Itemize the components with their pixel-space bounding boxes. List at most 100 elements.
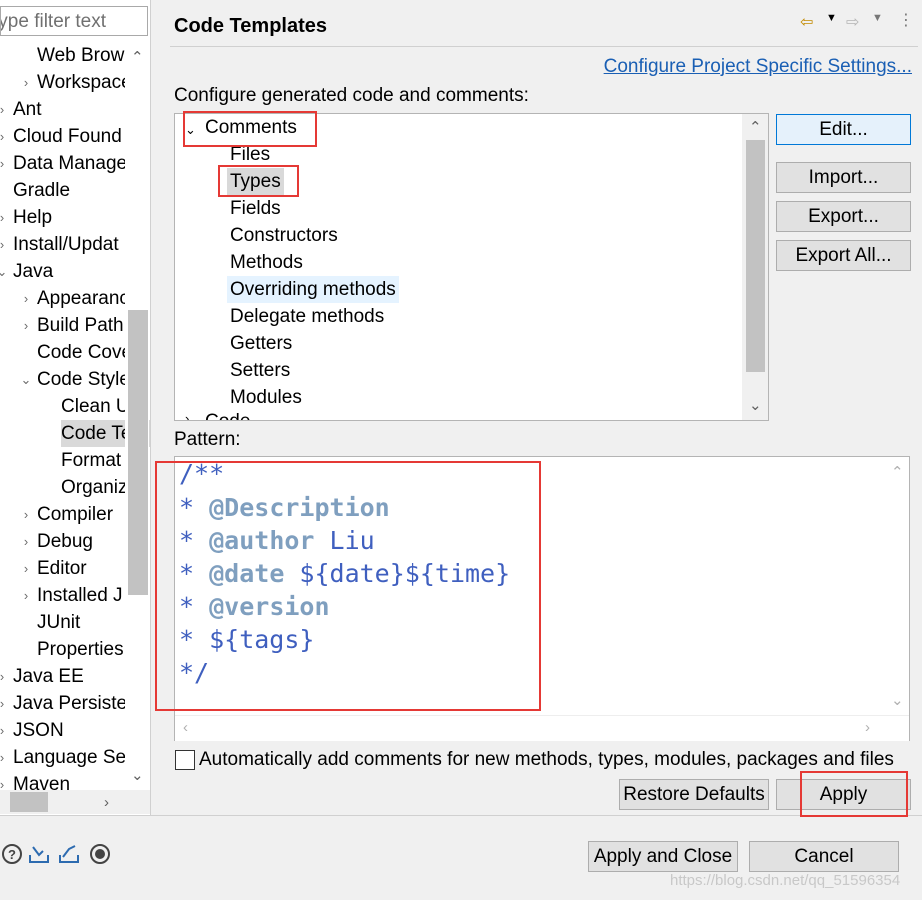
project-specific-settings-link[interactable]: Configure Project Specific Settings... [604, 56, 912, 78]
template-item[interactable]: Getters [227, 330, 295, 357]
tree-expand-icon[interactable]: › [19, 555, 33, 582]
tree-expand-icon[interactable]: › [0, 96, 9, 123]
pattern-vscrollbar[interactable] [885, 457, 909, 715]
pattern-scroll-down-icon[interactable]: ⌄ [891, 691, 904, 709]
template-item[interactable]: Fields [227, 195, 284, 222]
tree-item[interactable]: JSON [13, 717, 64, 744]
export-button[interactable]: Export... [776, 201, 911, 232]
code-expand-icon[interactable]: › [185, 411, 189, 420]
tree-item[interactable]: Code Style [37, 366, 130, 393]
tree-item[interactable]: Gradle [13, 177, 70, 204]
tree-item[interactable]: Data Manage [13, 150, 127, 177]
record-icon-svg [90, 844, 110, 864]
tree-expand-icon[interactable]: › [0, 717, 9, 744]
tree-item[interactable]: Compiler [37, 501, 113, 528]
tree-item[interactable]: Build Path [37, 312, 124, 339]
restore-defaults-button[interactable]: Restore Defaults [619, 779, 769, 810]
highlight-box-pattern [155, 461, 541, 711]
template-item[interactable]: Constructors [227, 222, 341, 249]
tree-item[interactable]: Cloud Found [13, 123, 122, 150]
back-dropdown-icon[interactable]: ▼ [826, 12, 837, 24]
tree-expand-icon[interactable]: › [0, 744, 9, 771]
tree-item[interactable]: Web Brow [37, 42, 124, 69]
pattern-scroll-up-icon[interactable]: ⌃ [891, 463, 904, 481]
tree-item[interactable]: Installed J [37, 582, 123, 609]
template-item[interactable]: Modules [227, 384, 305, 411]
tree-item[interactable]: Debug [37, 528, 93, 555]
tree-expand-icon[interactable]: › [19, 69, 33, 96]
tree-expand-icon[interactable]: › [19, 582, 33, 609]
tree-item[interactable]: Properties [37, 636, 124, 663]
tree-item[interactable]: Format [61, 447, 121, 474]
pattern-label: Pattern: [174, 429, 241, 450]
restore-defaults-label: Restore Defaults [623, 784, 765, 805]
tree-scroll-up-icon[interactable]: ⌃ [131, 48, 144, 66]
tree-item[interactable]: Clean U [61, 393, 130, 420]
tree-item[interactable]: Java [13, 258, 53, 285]
tree-item[interactable]: Install/Updat [13, 231, 119, 258]
filter-placeholder: type filter text [0, 11, 106, 32]
watermark: https://blog.csdn.net/qq_51596354 [670, 872, 901, 889]
tree-scroll-thumb[interactable] [128, 310, 148, 595]
template-item[interactable]: Delegate methods [227, 303, 387, 330]
pattern-scroll-right-icon[interactable]: › [865, 719, 870, 736]
tree-collapse-icon[interactable]: ⌄ [0, 258, 9, 285]
back-icon[interactable]: ⇦ [800, 12, 813, 32]
svg-text:?: ? [8, 847, 16, 862]
tree-expand-icon[interactable]: › [19, 528, 33, 555]
tree-item[interactable]: Help [13, 204, 52, 231]
template-list-scroll-thumb[interactable] [746, 140, 765, 372]
export-all-button[interactable]: Export All... [776, 240, 911, 271]
filter-input[interactable]: type filter text [0, 6, 148, 36]
tree-expand-icon[interactable]: › [19, 501, 33, 528]
tree-item[interactable]: Java EE [13, 663, 84, 690]
view-menu-icon[interactable]: ⋮ [898, 10, 914, 30]
tree-hscroll-thumb[interactable] [10, 792, 48, 812]
template-item[interactable]: Overriding methods [227, 276, 399, 303]
apply-and-close-button[interactable]: Apply and Close [588, 841, 738, 872]
highlight-box-apply [800, 771, 908, 817]
tree-expand-icon[interactable]: › [0, 204, 9, 231]
forward-icon[interactable]: ⇨ [846, 12, 859, 32]
import-icon[interactable] [27, 843, 51, 867]
export-icon[interactable] [57, 843, 81, 867]
tree-expand-icon[interactable]: › [0, 663, 9, 690]
tree-expand-icon[interactable]: › [0, 123, 9, 150]
cancel-button[interactable]: Cancel [749, 841, 899, 872]
template-item[interactable]: Setters [227, 357, 293, 384]
footer-divider [0, 815, 922, 816]
tree-item[interactable]: Appearanc [37, 285, 129, 312]
tree-item[interactable]: Code Cove [37, 339, 132, 366]
tree-collapse-icon[interactable]: ⌄ [19, 366, 33, 393]
tree-item[interactable]: Java Persisten [13, 690, 138, 717]
tree-scroll-down-icon[interactable]: ⌄ [131, 766, 144, 784]
record-icon[interactable] [88, 843, 112, 867]
tree-expand-icon[interactable]: › [19, 285, 33, 312]
tree-expand-icon[interactable]: › [19, 312, 33, 339]
tree-item[interactable]: Workspace [37, 69, 132, 96]
tree-item[interactable]: JUnit [37, 609, 80, 636]
template-scroll-up-icon[interactable]: ⌃ [749, 118, 762, 136]
template-group-code[interactable]: Code [202, 408, 253, 420]
pattern-scroll-left-icon[interactable]: ‹ [183, 719, 188, 736]
tree-item[interactable]: Organiz [61, 474, 128, 501]
tree-item[interactable]: Editor [37, 555, 87, 582]
auto-comments-checkbox[interactable] [175, 750, 195, 770]
tree-expand-icon[interactable]: › [0, 231, 9, 258]
pattern-hscrollbar[interactable] [175, 715, 909, 741]
template-tree: ⌄ Comments Files Types Fields Constructors M… [174, 113, 769, 421]
help-icon-svg: ? [2, 844, 22, 864]
forward-dropdown-icon[interactable]: ▼ [872, 12, 883, 24]
tree-scroll-right-icon[interactable]: › [104, 794, 109, 811]
import-icon-svg [29, 846, 49, 863]
tree-item[interactable]: Ant [13, 96, 42, 123]
template-item[interactable]: Methods [227, 249, 306, 276]
edit-button[interactable]: Edit... [776, 114, 911, 145]
export-icon-svg [59, 845, 79, 863]
template-scroll-down-icon[interactable]: ⌄ [749, 396, 762, 414]
tree-expand-icon[interactable]: › [0, 690, 9, 717]
import-button[interactable]: Import... [776, 162, 911, 193]
help-icon[interactable]: ? [0, 843, 24, 867]
tree-expand-icon[interactable]: › [0, 150, 9, 177]
tree-item[interactable]: Language Se [13, 744, 126, 771]
